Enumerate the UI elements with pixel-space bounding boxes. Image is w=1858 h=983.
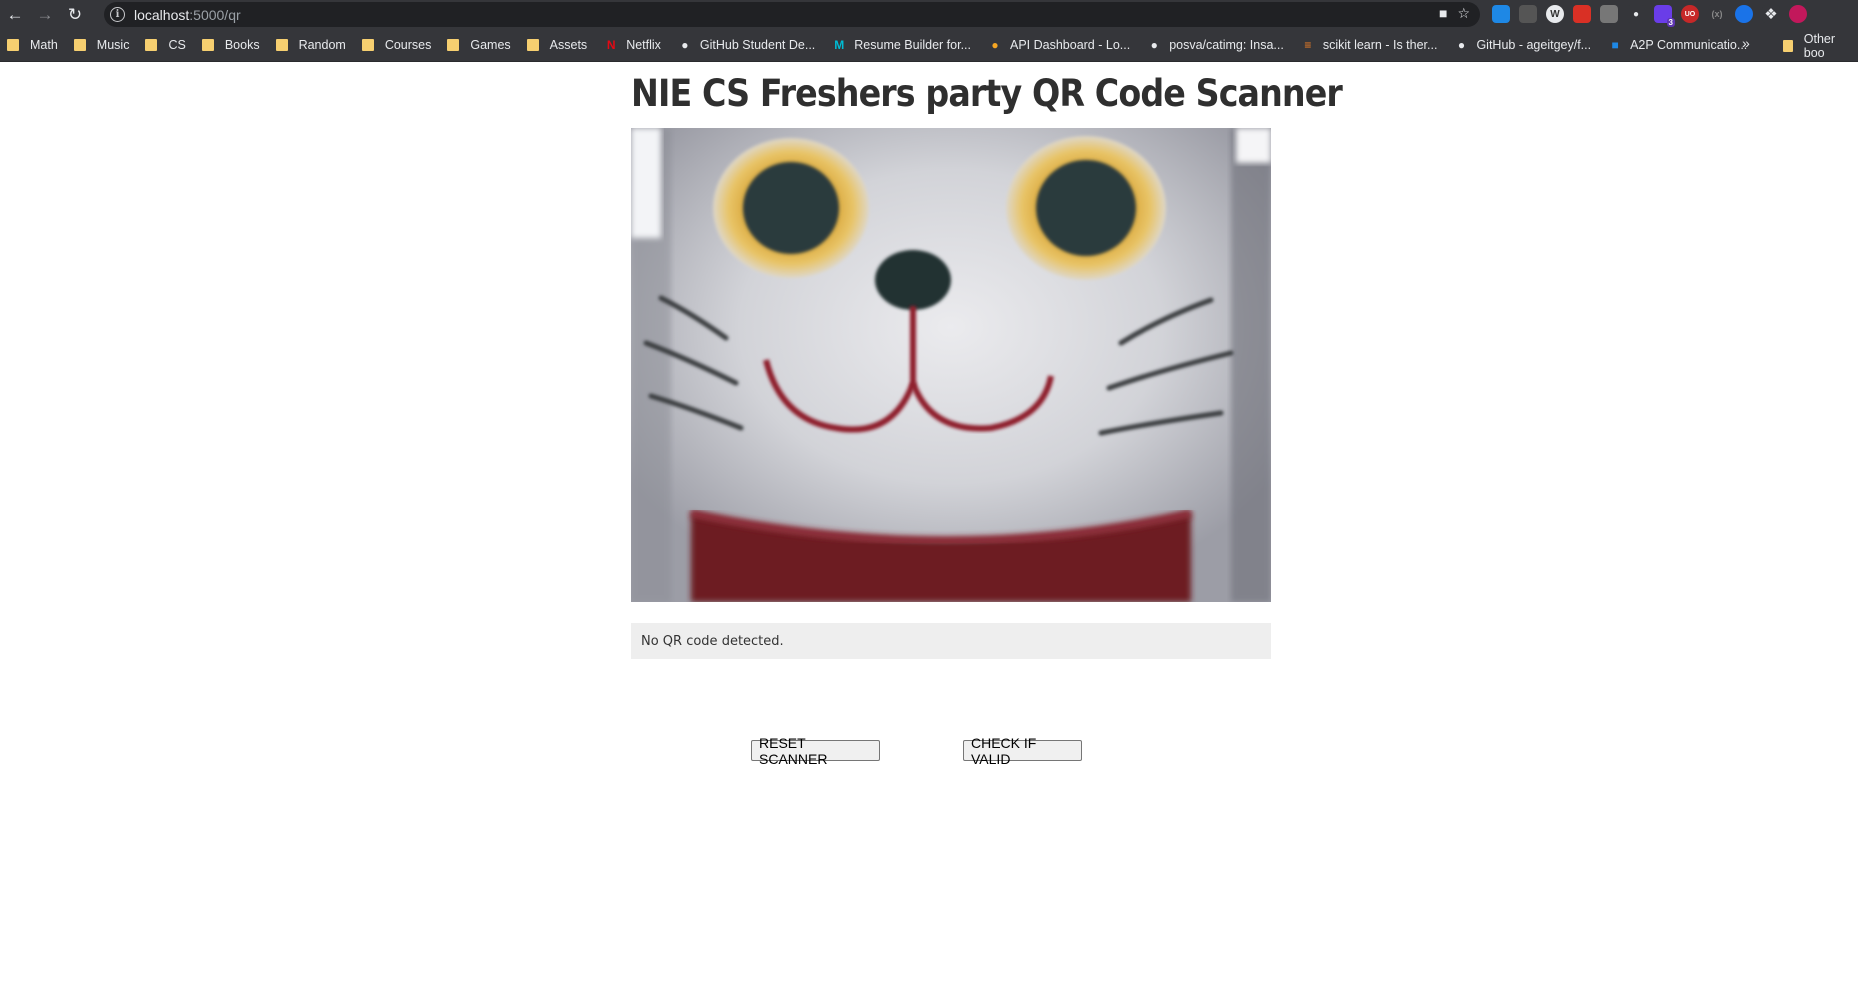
bookmarks-bar: Math Music CS Books Random Courses Games Assets… bbox=[0, 29, 1858, 62]
browser-toolbar: ← → ↻ i localhost:5000/qr ■ ☆ W ● 3 UO (… bbox=[0, 0, 1858, 29]
resume-builder-icon: M bbox=[834, 38, 845, 52]
scan-result-message: No QR code detected. bbox=[631, 623, 1271, 659]
folder-icon bbox=[7, 39, 19, 51]
camera-preview bbox=[631, 128, 1271, 602]
folder-icon bbox=[275, 39, 288, 51]
bookmark-item[interactable]: ● posva/catimg: Insa... bbox=[1139, 32, 1293, 58]
bookmark-item[interactable]: Random bbox=[269, 32, 355, 58]
bookmark-item[interactable]: Games bbox=[440, 32, 519, 58]
bookmark-label: A2P Communicatio... bbox=[1630, 38, 1748, 52]
camera-feed-image bbox=[631, 128, 1271, 602]
bookmark-label: Courses bbox=[384, 38, 432, 52]
bookmark-label: Math bbox=[30, 38, 58, 52]
folder-icon bbox=[201, 39, 214, 51]
bookmark-item[interactable]: ● GitHub - ageitgey/f... bbox=[1446, 32, 1600, 58]
folder-icon bbox=[73, 39, 86, 51]
bookmark-item[interactable]: ≡ scikit learn - Is ther... bbox=[1293, 32, 1447, 58]
bookmark-item[interactable]: ■ A2P Communicatio... bbox=[1600, 32, 1756, 58]
extension-4-icon[interactable] bbox=[1573, 5, 1591, 23]
check-if-valid-button[interactable]: CHECK IF VALID bbox=[963, 735, 1082, 767]
bookmark-item[interactable]: CS bbox=[138, 32, 194, 58]
address-bar[interactable]: i localhost:5000/qr ■ ☆ bbox=[104, 2, 1480, 27]
folder-icon bbox=[145, 39, 158, 51]
api-dashboard-icon: ● bbox=[991, 38, 999, 52]
extension-1-icon[interactable] bbox=[1492, 5, 1510, 23]
bookmark-label: Music bbox=[96, 38, 130, 52]
bookmark-star-icon[interactable]: ☆ bbox=[1457, 5, 1470, 22]
bookmark-label: Games bbox=[470, 38, 511, 52]
bookmark-item[interactable]: N Netflix bbox=[596, 32, 670, 58]
bookmark-label: CS bbox=[168, 38, 186, 52]
url-text[interactable]: localhost:5000/qr bbox=[134, 7, 241, 23]
back-arrow-icon[interactable]: ← bbox=[0, 0, 30, 29]
site-info-icon[interactable]: i bbox=[110, 7, 125, 22]
github-icon: ● bbox=[1150, 38, 1158, 52]
bookmark-item[interactable]: Music bbox=[67, 32, 139, 58]
profile-avatar[interactable] bbox=[1789, 5, 1807, 23]
github-icon: ● bbox=[681, 38, 689, 52]
extension-2-icon[interactable] bbox=[1519, 5, 1537, 23]
stackoverflow-icon: ≡ bbox=[1304, 38, 1312, 52]
bookmark-label: GitHub - ageitgey/f... bbox=[1476, 38, 1592, 52]
github-icon: ● bbox=[1457, 38, 1466, 52]
bookmark-label: Netflix bbox=[626, 38, 661, 52]
other-bookmarks-label: Other boo bbox=[1803, 31, 1836, 60]
bookmark-label: Resume Builder for... bbox=[854, 38, 971, 52]
bookmark-item[interactable]: M Resume Builder for... bbox=[824, 32, 980, 58]
ublock-icon[interactable]: UO bbox=[1681, 5, 1699, 23]
bookmark-label: Assets bbox=[549, 38, 588, 52]
more-bookmarks-chevron-icon[interactable]: » bbox=[1742, 35, 1750, 51]
extension-9-icon[interactable]: (x) bbox=[1708, 5, 1726, 23]
bookmark-item[interactable]: ● API Dashboard - Lo... bbox=[980, 32, 1139, 58]
folder-icon bbox=[447, 39, 460, 51]
extensions-puzzle-icon[interactable]: ❖ bbox=[1762, 5, 1780, 23]
bookmark-label: Books bbox=[224, 38, 260, 52]
url-path: :5000/qr bbox=[189, 6, 241, 23]
bookmark-item[interactable]: Books bbox=[195, 32, 269, 58]
url-host: localhost bbox=[134, 6, 190, 23]
bookmark-label: API Dashboard - Lo... bbox=[1009, 38, 1131, 52]
reload-icon[interactable]: ↻ bbox=[60, 0, 90, 29]
other-bookmarks[interactable]: Other boo bbox=[1776, 29, 1858, 62]
page-title: NIE CS Freshers party QR Code Scanner bbox=[631, 72, 1343, 115]
extension-5-icon[interactable] bbox=[1600, 5, 1618, 23]
folder-icon bbox=[361, 39, 374, 51]
extension-badge: 3 bbox=[1666, 18, 1675, 27]
bookmark-item[interactable]: ● GitHub Student De... bbox=[670, 32, 824, 58]
netflix-icon: N bbox=[606, 38, 616, 52]
bookmark-label: posva/catimg: Insa... bbox=[1169, 38, 1284, 52]
globe-icon[interactable] bbox=[1735, 5, 1753, 23]
bookmark-label: Random bbox=[298, 38, 346, 52]
extension-7-icon[interactable]: 3 bbox=[1654, 5, 1675, 27]
reset-scanner-button[interactable]: RESET SCANNER bbox=[751, 735, 880, 767]
forward-arrow-icon[interactable]: → bbox=[30, 0, 60, 29]
folder-icon bbox=[1783, 39, 1793, 52]
wordtune-icon[interactable]: W bbox=[1546, 5, 1564, 23]
bookmark-item[interactable]: Assets bbox=[520, 32, 597, 58]
bookmark-item[interactable]: Courses bbox=[355, 32, 441, 58]
folder-icon bbox=[526, 39, 539, 51]
azure-icon: ■ bbox=[1611, 38, 1619, 52]
bookmark-label: scikit learn - Is ther... bbox=[1322, 38, 1438, 52]
extension-icons: W ● 3 UO (x) ❖ bbox=[1492, 5, 1807, 27]
camera-in-use-icon[interactable]: ■ bbox=[1439, 5, 1447, 22]
bookmark-label: GitHub Student De... bbox=[699, 38, 816, 52]
extension-6-icon[interactable]: ● bbox=[1627, 5, 1645, 23]
bookmark-item[interactable]: Math bbox=[0, 32, 67, 58]
